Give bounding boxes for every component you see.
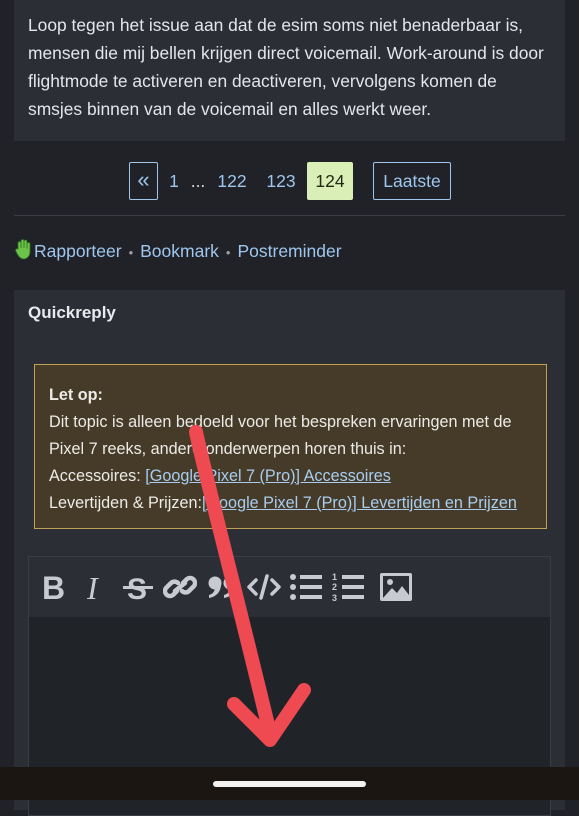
svg-text:I: I: [86, 571, 99, 603]
separator: •: [225, 245, 231, 260]
notice-text: Dit topic is alleen bedoeld voor het bes…: [49, 413, 512, 458]
pagination-current-page: 124: [307, 162, 353, 200]
levertijden-link[interactable]: [Google Pixel 7 (Pro)] Levertijden en Pr…: [202, 494, 517, 512]
pagination-prev-button[interactable]: «: [129, 162, 158, 200]
system-nav-bar: [0, 767, 579, 800]
quickreply-panel: Quickreply Let op: Dit topic is alleen b…: [14, 290, 565, 816]
separator: •: [128, 245, 134, 260]
numbered-list-icon[interactable]: 123: [331, 571, 365, 603]
svg-text:2: 2: [332, 582, 337, 592]
levertijden-label: Levertijden & Prijzen:: [49, 494, 202, 512]
svg-text:3: 3: [332, 593, 337, 603]
postreminder-link[interactable]: Postreminder: [237, 241, 341, 261]
pagination-page-123[interactable]: 123: [262, 162, 300, 200]
divider: [14, 215, 565, 216]
bullet-list-icon[interactable]: [289, 571, 323, 603]
pagination-page-1[interactable]: 1: [165, 162, 183, 200]
quickreply-title: Quickreply: [28, 303, 116, 322]
editor-toolbar: B I S 1 2 3: [29, 557, 550, 618]
code-icon[interactable]: [247, 571, 281, 603]
pagination-last-button[interactable]: Laatste: [373, 162, 451, 200]
quote-icon[interactable]: [205, 571, 239, 603]
report-link[interactable]: Rapporteer: [34, 241, 122, 261]
pagination: « 1 ... 122 123 124 Laatste: [0, 162, 579, 202]
bold-icon[interactable]: B: [37, 571, 71, 603]
accessoires-label: Accessoires:: [49, 467, 141, 485]
home-gesture-handle[interactable]: [213, 781, 366, 787]
strikethrough-icon[interactable]: S: [121, 571, 155, 603]
svg-text:B: B: [42, 571, 65, 603]
pagination-ellipsis: ...: [190, 171, 206, 191]
italic-icon[interactable]: I: [79, 571, 113, 603]
topic-notice: Let op: Dit topic is alleen bedoeld voor…: [34, 364, 547, 529]
hand-report-icon[interactable]: [14, 238, 34, 260]
post-text: Loop tegen het issue aan dat de esim som…: [28, 15, 544, 119]
link-icon[interactable]: [163, 571, 197, 603]
notice-heading: Let op:: [49, 386, 103, 404]
svg-text:1: 1: [332, 572, 337, 582]
post-actions: Rapporteer • Bookmark • Postreminder: [14, 238, 342, 262]
pagination-page-122[interactable]: 122: [213, 162, 251, 200]
accessoires-link[interactable]: [Google Pixel 7 (Pro)] Accessoires: [145, 467, 391, 485]
image-icon[interactable]: [379, 571, 413, 603]
bookmark-link[interactable]: Bookmark: [140, 241, 219, 261]
post-body: Loop tegen het issue aan dat de esim som…: [14, 0, 565, 141]
